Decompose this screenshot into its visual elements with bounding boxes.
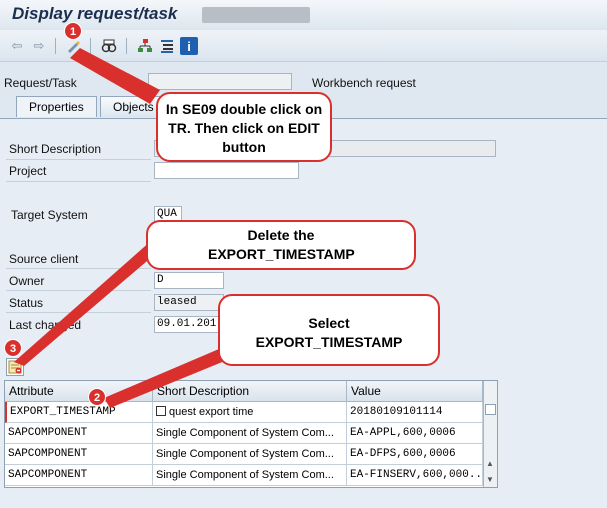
callout-edit: In SE09 double click on TR. Then click o… (156, 92, 332, 162)
step-badge-1: 1 (64, 22, 82, 40)
arrow-edit (70, 48, 160, 104)
step-badge-3: 3 (4, 339, 22, 357)
callout-delete: Delete the EXPORT_TIMESTAMP (146, 220, 416, 270)
arrow-select (104, 346, 232, 408)
step-badge-2: 2 (88, 388, 106, 406)
callout-select: Select EXPORT_TIMESTAMP (218, 294, 440, 366)
arrow-delete (14, 240, 160, 366)
